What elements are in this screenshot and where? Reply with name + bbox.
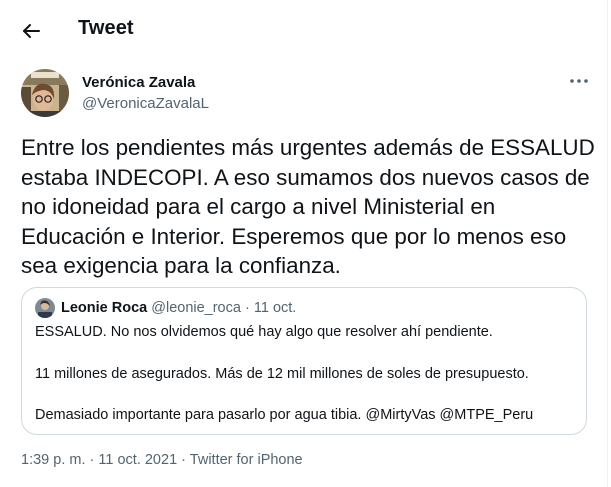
quoted-text-line: 11 millones de asegurados. Más de 12 mil… [35, 366, 529, 382]
quoted-author-name: Leonie Roca [61, 300, 148, 316]
author-handle[interactable]: @VeronicaZavalaL [82, 95, 209, 112]
author-avatar[interactable] [21, 69, 69, 117]
quoted-author-handle: @leonie_roca [151, 300, 241, 316]
tweet-detail-page: Tweet Verónica Zavala @VeronicaZavalaL E… [0, 0, 608, 487]
avatar-photo [21, 69, 69, 117]
dot-separator: · [181, 452, 187, 468]
page-title: Tweet [78, 17, 134, 39]
tweet-text: Entre los pendientes más urgentes además… [21, 135, 595, 278]
more-options-button[interactable] [566, 71, 592, 91]
quoted-text-line: Demasiado importante para pasarlo por ag… [35, 407, 534, 423]
quoted-text-line: ESSALUD. No nos olvidemos qué hay algo q… [35, 324, 493, 340]
quoted-tweet[interactable]: Leonie Roca @leonie_roca · 11 oct. ESSAL… [21, 287, 587, 435]
avatar-photo [35, 298, 55, 318]
more-horizontal-icon [570, 79, 588, 83]
tweet-date[interactable]: 11 oct. 2021 [98, 452, 177, 468]
dot-separator: · [89, 452, 95, 468]
back-button[interactable] [20, 20, 44, 42]
tweet-metadata: 1:39 p. m. · 11 oct. 2021 · Twitter for … [21, 452, 303, 468]
quoted-tweet-date: 11 oct. [253, 300, 297, 316]
page-header: Tweet [0, 0, 608, 60]
quoted-tweet-header: Leonie Roca @leonie_roca · 11 oct. [61, 300, 296, 316]
author-name[interactable]: Verónica Zavala [82, 74, 195, 91]
arrow-left-icon [23, 24, 40, 38]
dot-separator: · [244, 300, 250, 316]
tweet-source[interactable]: Twitter for iPhone [190, 452, 303, 468]
quoted-author-avatar [35, 298, 55, 318]
tweet-time[interactable]: 1:39 p. m. [21, 452, 85, 468]
